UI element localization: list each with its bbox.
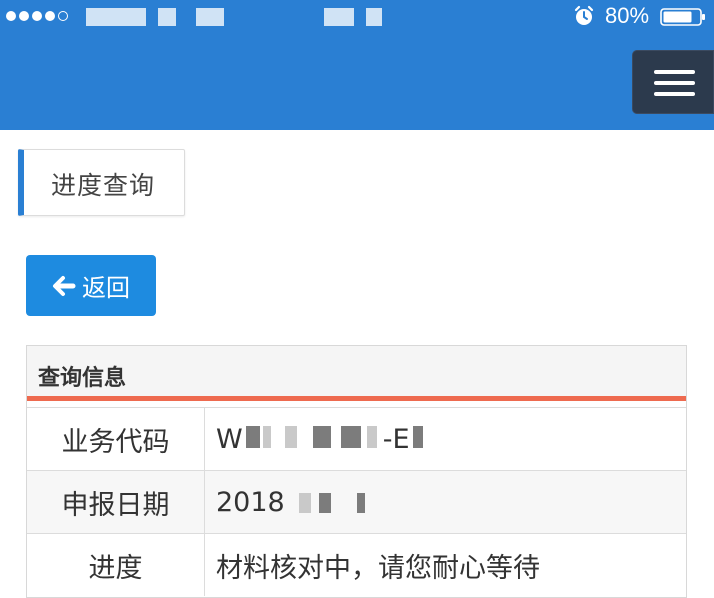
back-button-label: 返回 (82, 274, 130, 302)
carrier-redacted (86, 8, 146, 26)
table-row-submit-date: 申报日期 2018 (27, 470, 686, 533)
status-bar: 80% (0, 0, 714, 34)
table-row-progress: 进度 材料核对中，请您耐心等待 (27, 533, 686, 596)
signal-dots-icon (6, 11, 68, 21)
battery-icon (660, 8, 705, 26)
alarm-icon (574, 5, 594, 25)
hamburger-menu-button[interactable] (632, 50, 714, 114)
value-prefix: 2018 (216, 486, 285, 518)
row-value: 2018 (216, 471, 285, 533)
panel-heading-title: 查询信息 (38, 366, 127, 391)
app-header (0, 34, 714, 130)
query-info-panel: 查询信息 业务代码 W -E 申报日期 2018 进度 材料核对中，请您耐心等待 (26, 345, 687, 598)
row-label: 进度 (27, 534, 205, 596)
carrier-redacted-3 (196, 8, 224, 26)
page-title: 进度查询 (51, 171, 156, 200)
row-value: 材料核对中，请您耐心等待 (216, 552, 540, 584)
arrow-left-icon (53, 275, 76, 296)
time-redacted-2 (366, 8, 382, 26)
row-label: 业务代码 (27, 408, 205, 470)
carrier-redacted-2 (158, 8, 176, 26)
panel-heading: 查询信息 (27, 346, 686, 401)
time-redacted (324, 8, 354, 26)
page-title-tab: 进度查询 (18, 149, 185, 216)
table-row-business-code: 业务代码 W -E (27, 407, 686, 470)
value-suffix: -E (382, 423, 410, 455)
back-button[interactable]: 返回 (26, 255, 156, 316)
row-label: 申报日期 (27, 471, 205, 533)
battery-percent: 80% (605, 3, 650, 28)
value-prefix: W (216, 423, 243, 455)
